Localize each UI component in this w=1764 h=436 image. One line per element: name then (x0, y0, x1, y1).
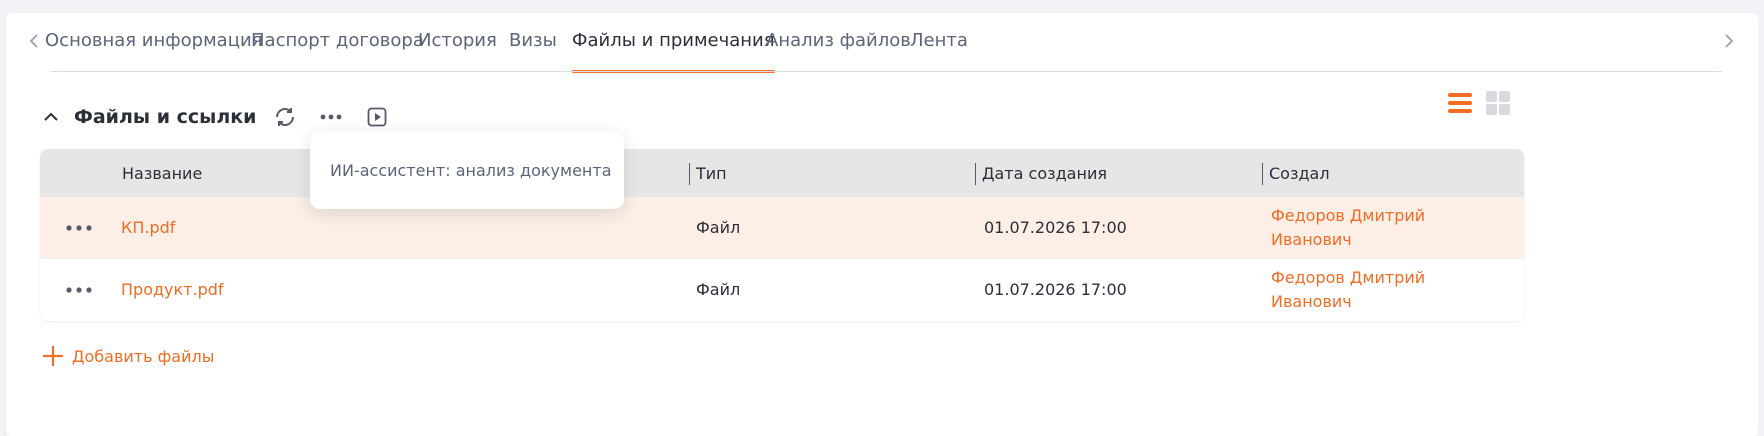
author-link-line2[interactable]: Иванович (1271, 290, 1352, 314)
tab-feed[interactable]: Лента (910, 30, 968, 71)
ai-assistant-tooltip[interactable]: ИИ-ассистент: анализ документа (310, 131, 624, 209)
author-link[interactable]: Федоров Дмитрий (1271, 266, 1425, 290)
tabs-bar: Основная информация Паспорт договора Ист… (6, 13, 1758, 73)
author-link[interactable]: Федоров Дмитрий (1271, 204, 1425, 228)
column-separator[interactable] (975, 163, 976, 185)
add-files-button[interactable]: Добавить файлы (42, 345, 214, 367)
header-author[interactable]: Создал (1269, 149, 1330, 197)
header-name[interactable]: Название (122, 149, 202, 197)
file-type: Файл (696, 280, 741, 299)
files-table: Название Тип Дата создания Создал КП.pdf… (40, 149, 1524, 321)
add-files-label: Добавить файлы (72, 346, 215, 366)
author-link-line2[interactable]: Иванович (1271, 228, 1352, 252)
tab-files-analysis[interactable]: Анализ файлов (766, 30, 911, 71)
tab-history[interactable]: История (418, 30, 497, 71)
tab-visas[interactable]: Визы (509, 30, 557, 71)
view-toggles (1446, 89, 1512, 117)
header-type[interactable]: Тип (696, 149, 727, 197)
tab-files-notes[interactable]: Файлы и примечания (572, 30, 775, 73)
tabs-scroll-left-icon[interactable] (26, 29, 42, 53)
header-created[interactable]: Дата создания (982, 149, 1107, 197)
tooltip-text[interactable]: ИИ-ассистент: анализ документа (330, 161, 612, 180)
table-row[interactable]: Продукт.pdf Файл 01.07.2026 17:00 Федоро… (40, 258, 1524, 319)
file-created-date: 01.07.2026 17:00 (984, 280, 1127, 299)
tab-main-info[interactable]: Основная информация (45, 30, 263, 71)
table-header: Название Тип Дата создания Создал (40, 149, 1524, 197)
grid-view-icon[interactable] (1484, 89, 1512, 117)
file-type: Файл (696, 218, 741, 237)
file-created-date: 01.07.2026 17:00 (984, 218, 1127, 237)
plus-icon (42, 345, 64, 367)
chevron-up-icon[interactable] (40, 106, 62, 128)
refresh-icon[interactable] (270, 102, 300, 132)
file-author: Федоров Дмитрий Иванович (1271, 197, 1425, 258)
file-author: Федоров Дмитрий Иванович (1271, 259, 1425, 320)
tabs-scroll-right-icon[interactable] (1721, 29, 1737, 53)
play-icon[interactable] (362, 102, 392, 132)
row-more-icon[interactable] (64, 259, 94, 320)
column-separator[interactable] (689, 163, 690, 185)
row-more-icon[interactable] (64, 197, 94, 258)
column-separator[interactable] (1262, 163, 1263, 185)
tabs-divider (50, 71, 1722, 72)
more-icon[interactable] (316, 102, 346, 132)
file-name-link[interactable]: КП.pdf (121, 197, 175, 258)
file-name-link[interactable]: Продукт.pdf (121, 259, 224, 320)
tab-contract-passport[interactable]: Паспорт договора (251, 30, 424, 71)
section-title: Файлы и ссылки (74, 106, 257, 128)
table-row[interactable]: КП.pdf Файл 01.07.2026 17:00 Федоров Дми… (40, 197, 1524, 258)
files-card: Основная информация Паспорт договора Ист… (6, 13, 1758, 436)
list-view-icon[interactable] (1446, 89, 1474, 117)
section-header: Файлы и ссылки (40, 101, 392, 133)
